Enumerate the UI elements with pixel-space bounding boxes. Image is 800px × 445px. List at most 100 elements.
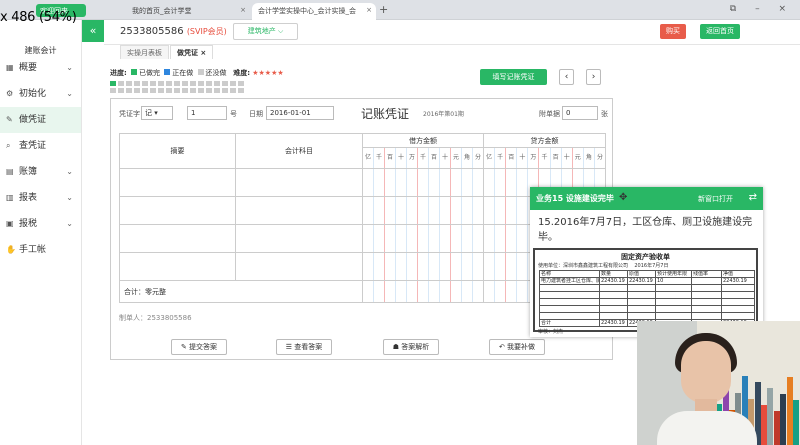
account-cell[interactable] [235,196,363,225]
digit-header: 十 [395,148,406,168]
done-swatch [131,69,138,75]
submit-answer-button[interactable]: ✎ 提交答案 [171,339,227,355]
digit-cell [373,169,384,196]
progress-cell [182,88,188,93]
account-info: 2533805586 (SVIP会员) [120,26,227,37]
button-label: 我要补做 [507,343,536,351]
back-home-button[interactable]: 返回首页 [700,24,740,39]
digit-cell [384,197,395,224]
swap-icon[interactable]: ⇄ [749,192,757,203]
receipt-cell [721,291,755,299]
next-icon[interactable]: › [586,69,601,85]
receipt-cell: 22430.19 [627,277,656,285]
difficulty-stars: ★★★★★ [252,69,284,77]
company-type-dropdown[interactable]: 建筑地产 ⌵ [233,23,298,40]
debit-cell[interactable] [362,224,484,253]
digit-cell [516,253,527,280]
receipt-cell [691,291,722,299]
sidebar-item[interactable]: ⚙ 初始化 ⌄ [0,81,81,107]
account-cell[interactable] [235,252,363,281]
sidebar-item[interactable]: ✎ 做凭证 [0,107,81,133]
redo-button[interactable]: ↶ 我要补做 [489,339,545,355]
digit-header: 千 [373,148,384,168]
tab-make-voucher[interactable]: 做凭证 × [170,45,214,59]
open-new-window-link[interactable]: 新窗口打开 [698,194,733,204]
sidebar-item[interactable]: ▥ 报表 ⌄ [0,185,81,211]
voucher-number-input[interactable]: 1 [187,106,227,120]
digit-cell [363,225,373,252]
summary-cell[interactable] [119,196,236,225]
button-label: 查看答案 [294,343,323,351]
view-answer-button[interactable]: ☰ 查看答案 [276,339,332,355]
receipt-cell [539,305,600,313]
digit-cell [494,169,505,196]
sidebar-item[interactable]: ▦ 概要 ⌄ [0,55,81,81]
debit-cell[interactable] [362,252,484,281]
fill-voucher-button[interactable]: 填写记账凭证 [480,69,547,85]
new-tab-button[interactable]: + [379,3,388,16]
window-controls[interactable]: ⧉ – × [730,4,794,14]
book [767,388,774,445]
voucher-title: 记账凭证 [361,107,410,121]
digit-cell [439,169,450,196]
close-icon[interactable]: × [240,6,246,14]
summary-cell[interactable] [119,224,236,253]
move-icon[interactable]: ✥ [619,192,627,203]
prev-icon[interactable]: ‹ [559,69,574,85]
summary-cell[interactable] [119,168,236,197]
receipt-cell [627,312,656,320]
sidebar-item-label: 报税 [19,219,38,229]
debit-cell[interactable] [362,168,484,197]
sidebar-item[interactable]: ▤ 账簿 ⌄ [0,159,81,185]
summary-cell[interactable] [119,252,236,281]
digit-cell [484,169,494,196]
receipt-header: 净值 [721,270,755,278]
date-input[interactable]: 2016-01-01 [266,106,334,120]
gear-icon: ⚙ [6,89,14,98]
progress-cell [126,88,132,93]
book [773,411,780,445]
receipt-cell [539,284,600,292]
browser-tab-home[interactable]: 我的首页_会计学堂 × [126,3,250,20]
digit-cell [439,197,450,224]
answer-analysis-button[interactable]: ☗ 答案解析 [383,339,439,355]
grid-icon: ▦ [6,63,14,72]
digit-cell [395,225,406,252]
book [761,405,767,445]
hand-icon: ✋ [6,245,16,254]
voucher-type-select[interactable]: 记 ▾ [141,106,173,120]
digit-header: 十 [516,148,527,168]
sidebar-item-label: 概要 [19,63,38,73]
digit-cell [428,197,439,224]
browser-tab-bar: 欢迎回来 我的首页_会计学堂 × 会计学堂实操中心_会计实操_会 × + ⧉ – × [0,0,800,20]
book [786,377,793,445]
receipt-table: 名称数量原值预计使用年限残值率净值 电力建筑者挂工区仓库、厕卫22430.192… [539,270,755,327]
receipt-cell [721,284,755,292]
browser-tab-practice[interactable]: 会计学堂实操中心_会计实操_会 × [252,3,376,20]
buy-button[interactable]: 购买 [660,24,686,39]
search-icon: ⌕ [6,141,11,150]
receipt-cell: 22430.19 [721,277,755,285]
account-cell[interactable] [235,168,363,197]
collapse-sidebar-button[interactable]: « [82,20,104,42]
progress-cell [174,81,180,86]
close-icon[interactable]: × [366,6,372,14]
account-cell[interactable] [235,224,363,253]
debit-cell[interactable] [362,196,484,225]
digit-cell [505,169,516,196]
sidebar-item[interactable]: ✋ 手工帐 [0,237,81,263]
digit-cell [428,169,439,196]
progress-cell [126,81,132,86]
receipt-unit-text: 使用单位：深圳市鑫鑫建筑工程有限公司 [538,263,629,269]
receipt-cell [655,312,692,320]
sidebar-item[interactable]: ⌕ 查凭证 [0,133,81,159]
digit-header: 万 [527,148,538,168]
attachments-input[interactable]: 0 [562,106,598,120]
digit-cell [395,169,406,196]
receipt-cell [599,305,628,313]
tab-dashboard[interactable]: 实操月表板 [120,45,169,59]
progress-cell [150,81,156,86]
receipt-unit: 使用单位：深圳市鑫鑫建筑工程有限公司 2016年7月7日 [535,262,756,269]
sidebar-item[interactable]: ▣ 报税 ⌄ [0,211,81,237]
digit-cell [472,169,483,196]
